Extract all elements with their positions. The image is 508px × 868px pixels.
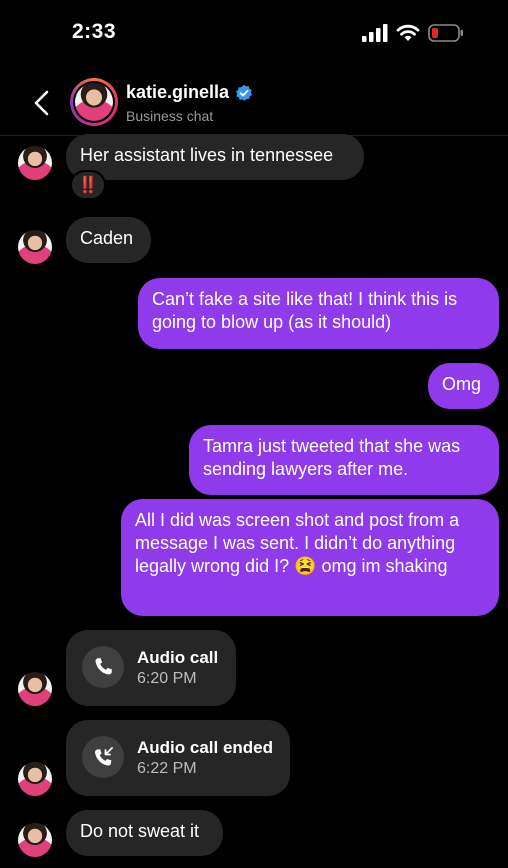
message-bubble[interactable]: All I did was screen shot and post from … bbox=[121, 499, 499, 616]
message-bubble[interactable]: Omg bbox=[428, 363, 499, 409]
back-arrow-icon[interactable] bbox=[30, 88, 54, 118]
double-exclamation-reaction: ‼️ bbox=[78, 177, 98, 194]
call-title: Audio call ended bbox=[137, 738, 274, 757]
status-bar: 2:33 bbox=[0, 0, 508, 70]
message-text: Omg bbox=[442, 374, 482, 394]
sender-avatar[interactable] bbox=[18, 762, 52, 796]
chat-header: katie.ginella Business chat bbox=[0, 70, 508, 136]
message-bubble[interactable]: Her assistant lives in tennessee bbox=[66, 134, 364, 180]
verified-badge-icon bbox=[235, 84, 253, 101]
wifi-icon bbox=[396, 24, 420, 41]
contact-name: katie.ginella bbox=[126, 82, 230, 102]
sender-avatar[interactable] bbox=[18, 823, 52, 857]
status-time: 2:33 bbox=[72, 20, 117, 43]
battery-icon bbox=[428, 24, 463, 42]
message-text: Do not sweat it bbox=[80, 821, 200, 841]
missed-call-icon bbox=[82, 736, 124, 778]
audio-call-card[interactable]: Audio call ended 6:22 PM bbox=[66, 720, 290, 796]
message-bubble[interactable]: Do not sweat it bbox=[66, 810, 223, 856]
audio-call-card[interactable]: Audio call 6:20 PM bbox=[66, 630, 236, 706]
call-title: Audio call bbox=[137, 648, 219, 667]
profile-avatar[interactable] bbox=[70, 78, 118, 126]
status-icons bbox=[362, 24, 464, 42]
signal-icon bbox=[362, 24, 388, 42]
sender-avatar[interactable] bbox=[18, 672, 52, 706]
phone-icon bbox=[82, 646, 124, 688]
message-text: All I did was screen shot and post from … bbox=[135, 510, 460, 576]
message-text: Can’t fake a site like that! I think thi… bbox=[152, 289, 458, 332]
contact-name-row[interactable]: katie.ginella bbox=[126, 82, 253, 103]
call-time: 6:20 PM bbox=[137, 670, 197, 687]
message-reaction[interactable]: ‼️ bbox=[70, 170, 106, 200]
message-text: Tamra just tweeted that she was sending … bbox=[203, 436, 461, 479]
message-bubble[interactable]: Can’t fake a site like that! I think thi… bbox=[138, 278, 499, 349]
call-time: 6:22 PM bbox=[137, 760, 197, 777]
sender-avatar[interactable] bbox=[18, 230, 52, 264]
message-text: Her assistant lives in tennessee bbox=[80, 145, 334, 165]
chat-subtitle: Business chat bbox=[126, 108, 214, 124]
message-text: Caden bbox=[80, 228, 134, 248]
message-bubble[interactable]: Caden bbox=[66, 217, 151, 263]
message-bubble[interactable]: Tamra just tweeted that she was sending … bbox=[189, 425, 499, 495]
sender-avatar[interactable] bbox=[18, 146, 52, 180]
